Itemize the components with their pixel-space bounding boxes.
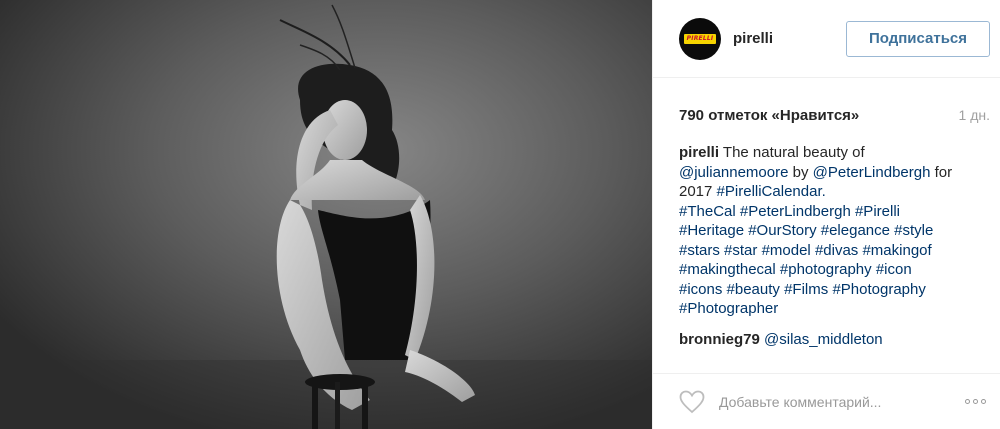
pirelli-logo-text: PIRELLI	[686, 34, 714, 42]
dot	[980, 399, 986, 404]
post-photo[interactable]	[0, 0, 652, 429]
hashtag[interactable]: #divas	[815, 242, 858, 259]
hashtag[interactable]: #Pirelli	[855, 203, 900, 220]
hashtag[interactable]: #makingof	[862, 242, 931, 259]
hashtag[interactable]: #icons	[679, 281, 722, 298]
likes-count[interactable]: 790 отметок «Нравится»	[679, 107, 859, 124]
dot	[964, 399, 970, 404]
hashtag[interactable]: #elegance	[821, 222, 890, 239]
caption-text: by	[788, 163, 813, 181]
username-link[interactable]: pirelli	[733, 30, 846, 47]
hashtag[interactable]: #photography	[780, 261, 872, 278]
comment-username[interactable]: bronnieg79	[679, 331, 760, 348]
hashtag[interactable]: #model	[762, 242, 811, 259]
hashtag[interactable]: #icon	[876, 261, 912, 278]
hashtag[interactable]: #star	[724, 242, 757, 259]
stats-row: 790 отметок «Нравится» 1 дн.	[679, 104, 990, 126]
hashtag[interactable]: #Films	[784, 281, 828, 298]
comment-mention[interactable]: @silas_middleton	[764, 331, 883, 348]
follow-button[interactable]: Подписаться	[846, 20, 990, 57]
hashtag[interactable]: #style	[894, 222, 933, 239]
caption-text: The natural beauty of	[719, 144, 865, 161]
post-time[interactable]: 1 дн.	[959, 107, 990, 123]
more-options-icon[interactable]	[960, 399, 990, 404]
hashtag[interactable]: #TheCal	[679, 203, 736, 220]
hashtag[interactable]: #Photographer	[679, 300, 778, 317]
hashtag[interactable]: #beauty	[727, 281, 780, 298]
comment-input[interactable]	[717, 392, 960, 411]
hashtag[interactable]: #Photography	[832, 281, 925, 298]
dot	[972, 399, 978, 404]
post-header: PIRELLI pirelli Подписаться	[653, 0, 1000, 78]
photo-illustration	[0, 0, 652, 429]
comment-bar	[653, 373, 1000, 429]
hashtag[interactable]: #stars	[679, 242, 720, 259]
caption-mention[interactable]: @juliannemoore	[679, 164, 788, 181]
caption-mention[interactable]: @PeterLindbergh	[813, 164, 931, 181]
comment-item: bronnieg79 @silas_middleton	[679, 330, 988, 350]
post-sidebar: PIRELLI pirelli Подписаться 790 отметок …	[652, 0, 1000, 429]
avatar[interactable]: PIRELLI	[679, 17, 721, 60]
hashtag[interactable]: #Heritage	[679, 222, 744, 239]
post-container: PIRELLI pirelli Подписаться 790 отметок …	[0, 0, 1000, 429]
caption-username[interactable]: pirelli	[679, 144, 719, 161]
hashtag[interactable]: #OurStory	[748, 222, 816, 239]
hashtag[interactable]: #makingthecal	[679, 261, 776, 278]
hashtag[interactable]: #PeterLindbergh	[740, 203, 851, 220]
post-caption: pirelli The natural beauty of @juliannem…	[679, 143, 988, 319]
heart-outline-icon[interactable]	[679, 390, 705, 414]
pirelli-logo: PIRELLI	[684, 33, 716, 44]
hashtag[interactable]: #PirelliCalendar.	[717, 183, 826, 200]
